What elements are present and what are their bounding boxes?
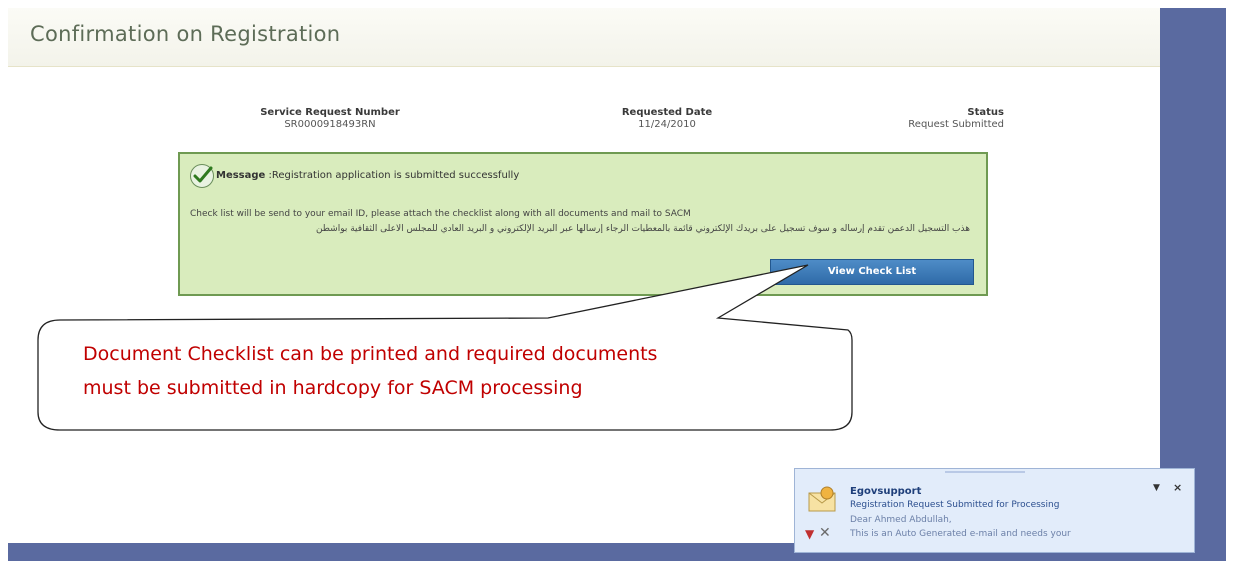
new-mail-notification[interactable]: Egovsupport Registration Request Submitt… [794,468,1195,553]
view-check-list-button[interactable]: View Check List [770,259,974,285]
success-message-box: Message :Registration application is sub… [178,152,988,296]
callout-line-1: Document Checklist can be printed and re… [83,343,658,365]
mail-envelope-icon [808,486,836,512]
flag-icon[interactable]: ▼ [805,527,814,541]
notification-subject: Registration Request Submitted for Proce… [850,500,1060,510]
message-heading: Message :Registration application is sub… [216,170,519,181]
callout-text: Document Checklist can be printed and re… [83,337,843,405]
checklist-arabic-note: هذب التسجيل الدعمن تقدم إرساله و سوف تسج… [315,224,970,234]
requested-date-column: Requested Date 11/24/2010 [592,107,742,131]
header-bar: Confirmation on Registration [8,8,1160,67]
dropdown-arrow-icon[interactable]: ▼ [1153,483,1160,493]
checklist-english-note: Check list will be send to your email ID… [190,209,691,219]
message-text: :Registration application is submitted s… [268,170,520,181]
service-request-number-column: Service Request Number SR0000918493RN [240,107,420,131]
requested-date-label: Requested Date [621,107,713,118]
service-request-number-value: SR0000918493RN [284,119,376,130]
notification-sender: Egovsupport [850,486,922,497]
service-request-number-label: Service Request Number [260,107,400,118]
right-edge [1226,0,1248,561]
close-icon[interactable]: × [1173,481,1182,494]
requested-date-value: 11/24/2010 [638,119,696,130]
status-value: Request Submitted [908,119,1004,130]
notification-body-line-1: Dear Ahmed Abdullah, [850,515,952,525]
checkmark-icon [190,164,214,188]
status-label: Status [967,107,1004,118]
callout-line-2: must be submitted in hardcopy for SACM p… [83,377,583,399]
status-column: Status Request Submitted [842,107,1004,131]
delete-icon[interactable]: ✕ [819,525,831,541]
page-title: Confirmation on Registration [30,22,341,46]
notification-grip [945,471,1025,473]
notification-body-line-2: This is an Auto Generated e-mail and nee… [850,529,1071,539]
message-title: Message [216,170,266,181]
